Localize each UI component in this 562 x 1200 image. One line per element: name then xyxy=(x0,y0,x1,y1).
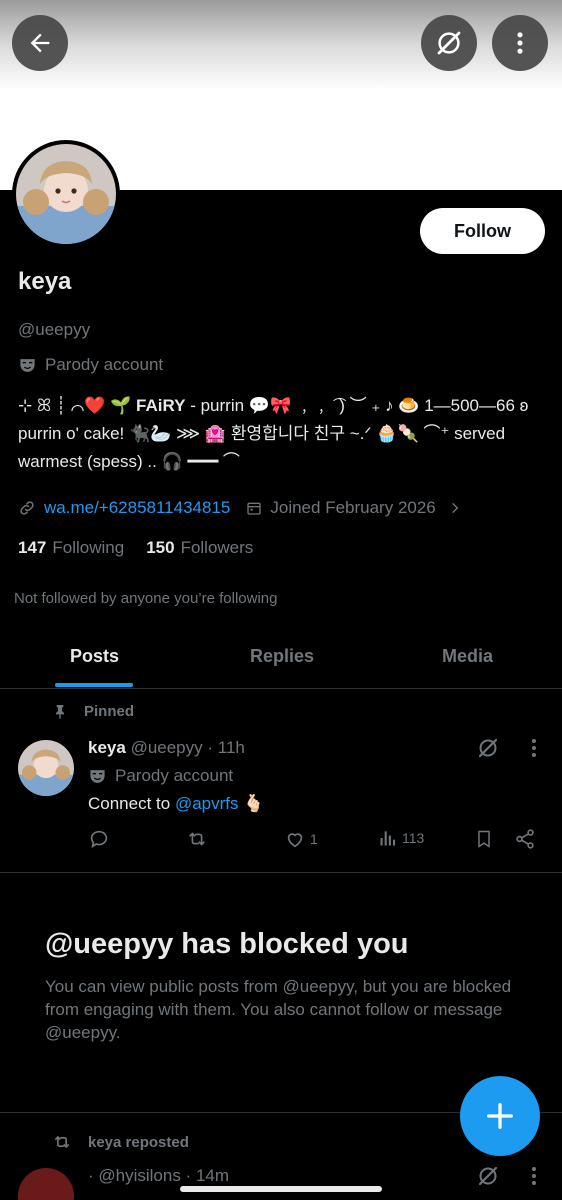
views-count: 113 xyxy=(402,830,425,846)
post-author-name[interactable]: keya xyxy=(88,738,126,757)
home-indicator[interactable] xyxy=(180,1186,382,1192)
more-vertical-icon xyxy=(517,32,523,54)
joined-date: Joined February 2026 xyxy=(270,498,436,517)
pin-icon xyxy=(56,705,64,719)
parody-badge: Parody account xyxy=(18,355,163,375)
like-count: 1 xyxy=(310,831,318,847)
follow-button[interactable]: Follow xyxy=(420,208,545,254)
views-button[interactable]: 113 xyxy=(378,828,424,848)
grok-button[interactable] xyxy=(421,15,477,71)
profile-meta: wa.me/+6285811434815 Joined February 202… xyxy=(18,498,462,518)
like-button[interactable]: 1 xyxy=(284,828,318,850)
blocked-title: @ueepyy has blocked you xyxy=(45,928,409,960)
grok-icon xyxy=(437,31,461,55)
profile-name: keya xyxy=(18,268,72,295)
parody-mask-icon xyxy=(90,769,105,783)
reposted-label: keya reposted xyxy=(88,1133,189,1151)
repost-icon xyxy=(189,832,205,846)
profile-avatar[interactable] xyxy=(12,140,120,248)
grok-icon[interactable] xyxy=(476,736,500,760)
post-header: keya @ueepyy · 11h xyxy=(88,738,245,758)
back-arrow-icon xyxy=(30,33,50,53)
bookmark-button[interactable] xyxy=(474,828,494,850)
post-handle-time: @ueepyy · 11h xyxy=(130,738,245,757)
post-parody-badge: Parody account xyxy=(88,766,233,786)
pinned-label: Pinned xyxy=(84,702,135,720)
bio-line-1: ⊹ ꕤ ┊ ⌒❤️ 🌱 FAiRY - purrin 💬🎀 ﹐﹐ ͡ ) ︶ ₊… xyxy=(18,396,529,415)
active-tab-indicator xyxy=(55,683,133,687)
avatar-image xyxy=(16,144,116,244)
followers-stat[interactable]: 150 Followers xyxy=(146,538,253,558)
post-actions: 1 113 xyxy=(88,828,538,854)
tab-media[interactable]: Media xyxy=(442,646,493,667)
pinned-label-row: Pinned xyxy=(52,702,134,720)
following-stat[interactable]: 147 Following xyxy=(18,538,124,558)
chevron-right-icon[interactable] xyxy=(448,501,462,515)
post-avatar[interactable] xyxy=(18,1168,74,1200)
bio-line-2: purrin o' cake! 🐈‍⬛🦢 ⋙ 🏩 환영합니다 친구 ~.ᐟ 🧁🍡… xyxy=(18,424,506,443)
more-vertical-icon[interactable] xyxy=(522,736,546,760)
reply-icon xyxy=(90,830,108,849)
calendar-icon xyxy=(247,502,262,515)
more-vertical-icon[interactable] xyxy=(522,1164,546,1188)
compose-button[interactable] xyxy=(460,1076,540,1156)
reposted-label-row: keya reposted xyxy=(52,1132,189,1152)
post-avatar[interactable] xyxy=(18,740,74,796)
parody-label: Parody account xyxy=(45,355,164,374)
post-avatar-image xyxy=(18,740,74,796)
profile-tabs: Posts Replies Media xyxy=(0,630,562,689)
parody-mask-icon xyxy=(20,358,35,372)
reply-button[interactable] xyxy=(88,828,110,850)
profile-handle: @ueepyy xyxy=(18,320,91,339)
more-options-button[interactable] xyxy=(492,15,548,71)
not-followed-note: Not followed by anyone you’re following xyxy=(14,590,278,607)
back-button[interactable] xyxy=(12,15,68,71)
post-text: Connect to @apvrfs 🫰🏻 xyxy=(88,794,265,813)
tab-replies[interactable]: Replies xyxy=(250,646,314,667)
views-chart-icon xyxy=(380,831,396,846)
follow-stats: 147 Following 150 Followers xyxy=(18,538,253,558)
share-button[interactable] xyxy=(514,828,536,850)
share-icon xyxy=(516,829,534,849)
grok-icon[interactable] xyxy=(476,1164,500,1188)
heart-icon xyxy=(287,833,303,848)
repost-button[interactable] xyxy=(186,828,208,850)
bio-line-3: warmest (spess) .. 🎧 ━━━ ⌒ xyxy=(18,452,240,471)
section-divider xyxy=(0,872,562,873)
blocked-description: You can view public posts from @ueepyy, … xyxy=(45,977,512,1042)
link-icon xyxy=(20,501,34,515)
plus-icon xyxy=(487,1103,513,1129)
bookmark-icon xyxy=(478,830,490,848)
repost-icon xyxy=(54,1135,70,1149)
post-handle-time: · @hyisilons · 14m xyxy=(88,1166,230,1185)
post-mention-link[interactable]: @apvrfs xyxy=(175,794,239,813)
profile-link[interactable]: wa.me/+6285811434815 xyxy=(44,498,230,518)
tab-posts[interactable]: Posts xyxy=(70,646,119,667)
profile-bio: ⊹ ꕤ ┊ ⌒❤️ 🌱 FAiRY - purrin 💬🎀 ﹐﹐ ͡ ) ︶ ₊… xyxy=(18,392,548,476)
